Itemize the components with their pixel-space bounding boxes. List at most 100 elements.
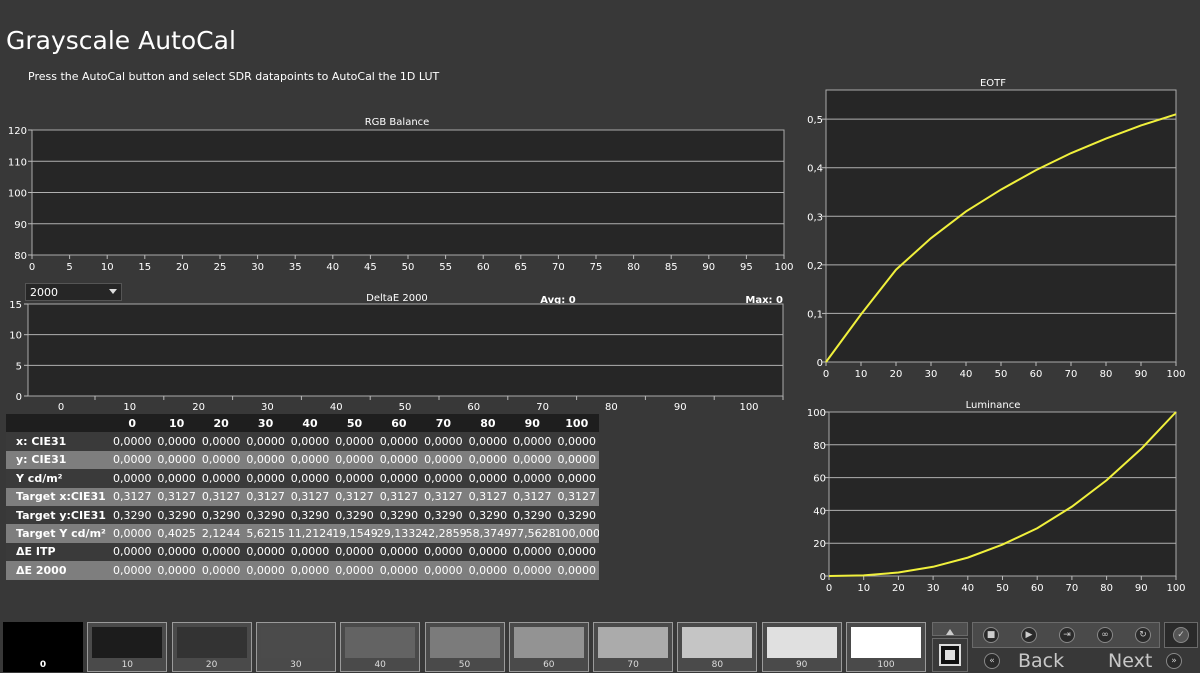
x-tick-label: 20 [176,262,189,273]
x-tick-label: 70 [1065,369,1078,380]
table-cell: 0,0000 [332,450,377,470]
y-tick-label: 0 [820,572,826,583]
table-row: ΔE 2000 0,0000 0,0000 0,0000 0,0000 0,0000 0,0… [6,561,599,580]
scroll-up-button[interactable] [932,622,968,636]
table-cell: 0,0000 [421,561,466,580]
patch-button-30[interactable]: 30 [255,622,336,672]
table-cell: 0,0000 [198,561,244,580]
patch-label: 60 [543,660,555,670]
table-cell: 0,0000 [287,450,333,470]
table-cell: 0,3290 [465,505,511,525]
table-column-header: 0 [110,414,155,433]
patch-button-50[interactable]: 50 [424,622,505,672]
x-tick-label: 30 [261,402,274,412]
y-tick-label: 90 [14,220,27,231]
x-tick-label: 0 [58,402,64,412]
table-cell: 0,0000 [198,432,244,451]
measurement-table: 0 10 20 30 40 50 60 70 80 90 100 x: CIE31 0,0000 0,0… [6,414,599,580]
patch-button-100[interactable]: 100 [846,622,926,672]
rewind-icon: « [984,653,1000,669]
x-tick-label: 90 [1135,583,1148,594]
x-tick-label: 20 [192,402,205,412]
patch-color [345,627,416,658]
scroll-up-icon [946,629,954,635]
table-cell: 0,0000 [110,450,155,470]
patch-label: 90 [795,660,808,670]
table-cell: 0,3290 [243,505,288,525]
table-cell: 0,0000 [332,561,377,580]
y-tick-label: 100 [8,189,27,200]
table-cell: 29,1332 [376,524,422,543]
play-icon[interactable]: ▶ [1021,627,1037,643]
x-tick-label: 90 [1135,369,1148,380]
table-cell: 0,3290 [332,505,377,525]
refresh-icon[interactable]: ↻ [1135,627,1151,643]
patch-button-90[interactable]: 90 [761,622,842,672]
x-tick-label: 0 [29,262,35,273]
table-cell: 0,0000 [198,469,244,488]
patch-button-40[interactable]: 40 [340,622,421,672]
patch-button-80[interactable]: 80 [677,622,758,672]
table-cell: 0,3127 [154,487,199,506]
x-tick-label: 65 [514,262,527,273]
row-header: Target Y cd/m² [6,524,110,543]
x-tick-label: 75 [590,262,603,273]
stop-button[interactable] [932,638,968,672]
y-tick-label: 10 [9,331,22,342]
table-cell: 0,0000 [287,432,333,451]
instructions-text: Press the AutoCal button and select SDR … [28,70,440,83]
x-tick-label: 0 [823,369,829,380]
x-tick-label: 10 [123,402,136,412]
table-cell: 0,3127 [421,487,466,506]
x-tick-label: 40 [960,369,973,380]
table-cell: 0,0000 [510,469,555,488]
patch-button-0[interactable]: 0 [3,622,83,672]
patch-button-20[interactable]: 20 [171,622,252,672]
row-header: y: CIE31 [6,450,110,470]
x-tick-label: 30 [251,262,264,273]
rgb-chart-title: RGB Balance [365,117,430,128]
patch-label: 100 [877,660,895,670]
x-tick-label: 60 [1031,583,1044,594]
table-cell: 0,0000 [376,542,422,562]
y-tick-label: 0,1 [807,309,823,320]
table-cell: 0,3127 [110,487,155,506]
x-tick-label: 10 [855,369,868,380]
patch-button-70[interactable]: 70 [593,622,674,672]
x-tick-label: 95 [740,262,753,273]
row-header: ΔE ITP [6,542,110,562]
patch-button-60[interactable]: 60 [508,622,589,672]
confirm-button[interactable]: ✓ [1164,622,1198,648]
table-cell: 0,3290 [421,505,466,525]
loop-icon[interactable]: ∞ [1097,627,1113,643]
stop-icon [939,644,961,666]
y-tick-label: 80 [813,441,826,452]
x-tick-label: 50 [402,262,415,273]
table-cell: 0,0000 [332,542,377,562]
patch-label: 30 [290,660,302,670]
table-cell: 0,0000 [154,432,199,451]
table-cell: 0,0000 [243,542,288,562]
table-cell: 0,0000 [465,542,511,562]
x-tick-label: 40 [326,262,339,273]
patch-color [766,627,837,658]
table-cell: 0,3127 [376,487,422,506]
patch-color [598,627,669,658]
table-row: y: CIE31 0,0000 0,0000 0,0000 0,0000 0,0000 0,… [6,450,599,470]
x-tick-label: 70 [536,402,549,412]
table-cell: 0,0000 [154,469,199,488]
row-header: Y cd/m² [6,469,110,488]
stop-round-icon[interactable]: ■ [983,627,999,643]
x-tick-label: 85 [665,262,678,273]
table-cell: 0,0000 [110,542,155,562]
step-icon[interactable]: ⇥ [1059,627,1075,643]
x-tick-label: 80 [1100,583,1113,594]
table-cell: 0,0000 [154,450,199,470]
patch-button-10[interactable]: 10 [87,622,168,672]
x-tick-label: 100 [774,262,793,273]
table-row: x: CIE31 0,0000 0,0000 0,0000 0,0000 0,0000 0,… [6,432,599,451]
x-tick-label: 50 [399,402,412,412]
table-cell: 0,0000 [332,469,377,488]
table-cell: 0,3127 [510,487,555,506]
table-column-header: 40 [287,414,333,433]
